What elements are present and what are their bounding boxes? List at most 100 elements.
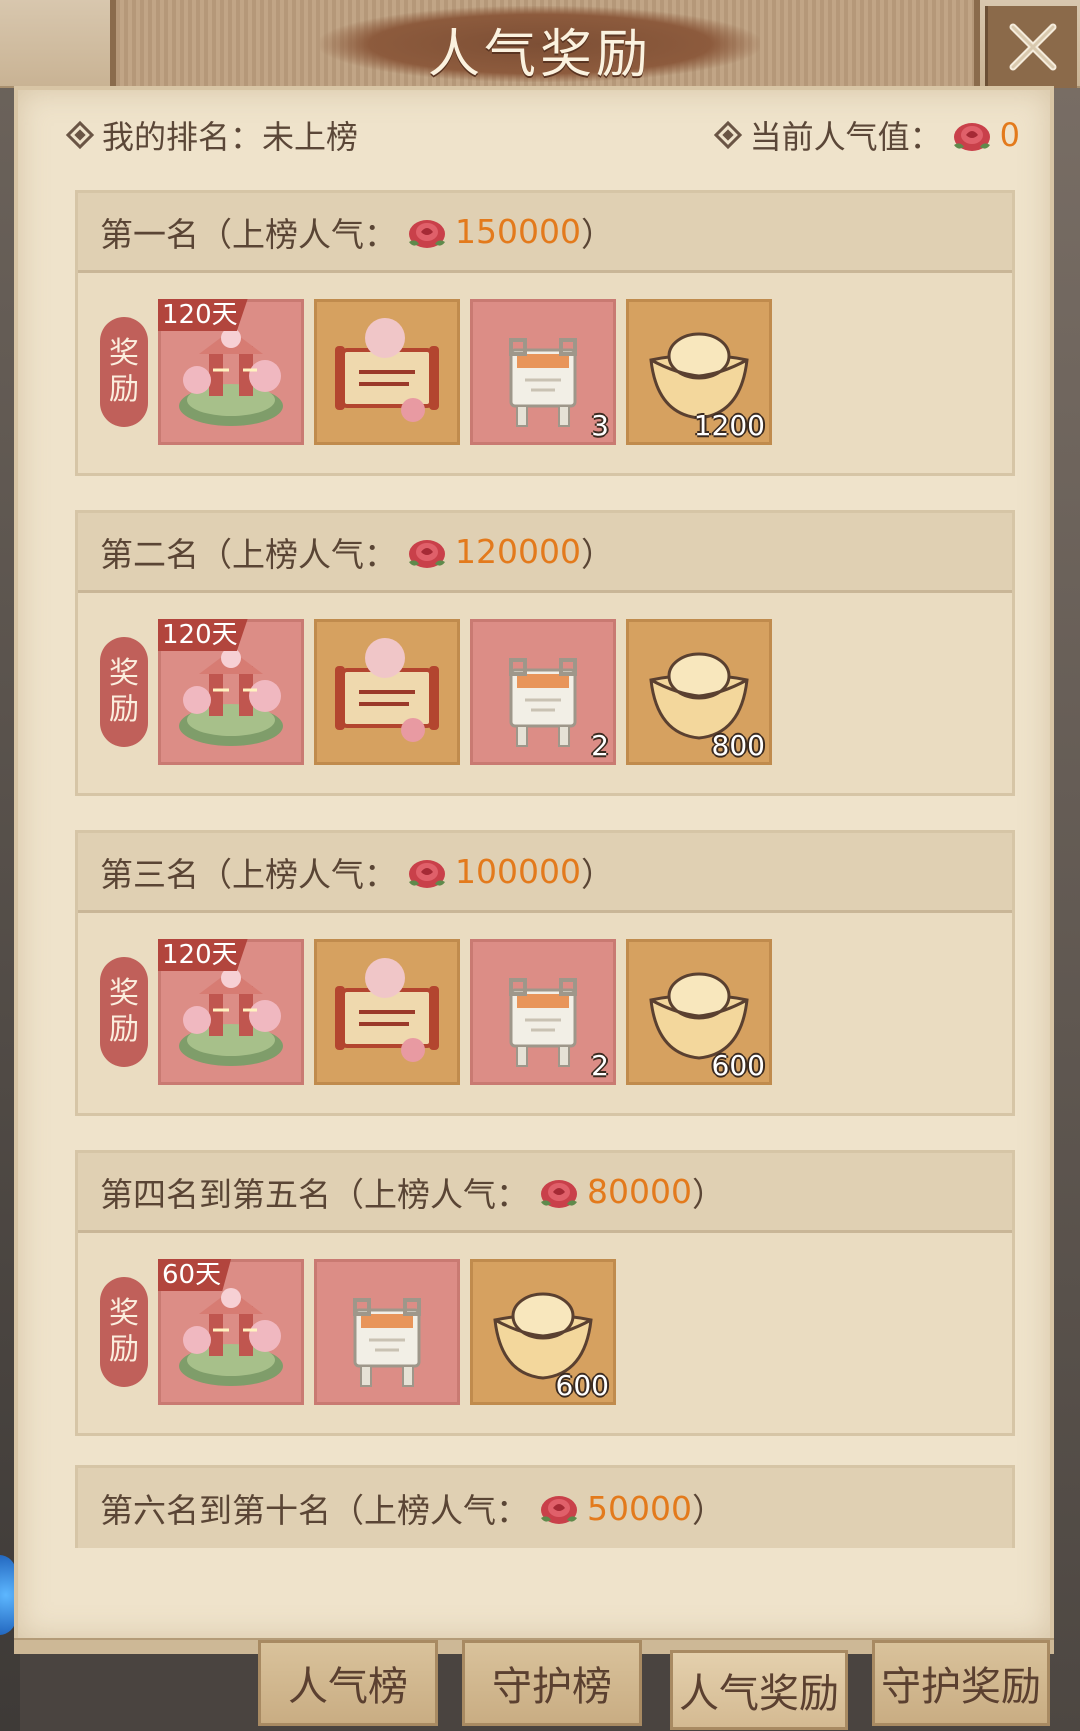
duration-badge: 60天 xyxy=(158,1259,232,1291)
rose-icon xyxy=(409,859,445,888)
section-header: 第六名到第十名（上榜人气： 50000 ） xyxy=(78,1468,1012,1548)
section-header: 第三名（上榜人气： 100000 ） xyxy=(78,833,1012,913)
page-title: 人气奖励 xyxy=(427,25,652,85)
scroll-icon xyxy=(335,318,439,422)
section-threshold: 100000 xyxy=(455,852,581,891)
tab-label: 守护榜 xyxy=(492,1664,612,1710)
section-threshold: 80000 xyxy=(587,1172,692,1211)
tab-popularity-rank[interactable]: 人气榜 xyxy=(258,1640,438,1726)
tab-popularity-reward[interactable]: 人气奖励 xyxy=(670,1650,848,1730)
rank-section-1: 第一名（上榜人气： 150000 ） 奖励 120天 3 1200 xyxy=(75,190,1015,476)
section-close: ） xyxy=(580,534,614,574)
reward-tag: 奖励 xyxy=(100,1277,148,1387)
reward-item-garden[interactable]: 60天 xyxy=(158,1259,304,1405)
reward-item-cauldron[interactable] xyxy=(314,1259,460,1405)
section-header: 第四名到第五名（上榜人气： 80000 ） xyxy=(78,1153,1012,1233)
section-title: 第一名（上榜人气： xyxy=(100,214,397,254)
section-body: 奖励 60天 600 xyxy=(78,1233,1012,1433)
reward-tag-char: 奖 xyxy=(109,976,139,1011)
rose-icon xyxy=(409,539,445,568)
section-header: 第一名（上榜人气： 150000 ） xyxy=(78,193,1012,273)
current-popularity-value: 0 xyxy=(999,116,1020,154)
rose-icon xyxy=(953,123,990,151)
duration-badge: 120天 xyxy=(158,939,248,971)
tab-guard-reward[interactable]: 守护奖励 xyxy=(872,1640,1050,1726)
section-close: ） xyxy=(580,214,614,254)
item-quantity: 600 xyxy=(555,1369,609,1402)
reward-tag-char: 励 xyxy=(109,1332,139,1367)
reward-item-ingot[interactable]: 800 xyxy=(626,619,772,765)
section-title: 第三名（上榜人气： xyxy=(100,854,397,894)
reward-item-ingot[interactable]: 600 xyxy=(626,939,772,1085)
reward-item-garden[interactable]: 120天 xyxy=(158,619,304,765)
reward-item-garden[interactable]: 120天 xyxy=(158,299,304,445)
section-close: ） xyxy=(691,1174,725,1214)
reward-tag-char: 励 xyxy=(109,372,139,407)
reward-item-garden[interactable]: 120天 xyxy=(158,939,304,1085)
item-quantity: 2 xyxy=(591,729,609,762)
diamond-icon xyxy=(713,120,742,150)
section-title: 第六名到第十名（上榜人气： xyxy=(100,1491,529,1530)
item-quantity: 800 xyxy=(711,729,765,762)
section-body: 奖励 120天 3 1200 xyxy=(78,273,1012,473)
reward-item-ingot[interactable]: 600 xyxy=(470,1259,616,1405)
rank-section-3: 第三名（上榜人气： 100000 ） 奖励 120天 2 600 xyxy=(75,830,1015,1116)
section-title: 第二名（上榜人气： xyxy=(100,534,397,574)
reward-tag-char: 奖 xyxy=(109,336,139,371)
item-quantity: 600 xyxy=(711,1049,765,1082)
duration-badge: 120天 xyxy=(158,619,248,651)
cauldron-icon xyxy=(509,658,577,747)
reward-item-scroll[interactable] xyxy=(314,939,460,1085)
current-popularity-label: 当前人气值： xyxy=(749,118,942,156)
section-threshold: 150000 xyxy=(455,212,581,251)
my-rank-label: 我的排名： xyxy=(102,118,263,156)
reward-item-scroll[interactable] xyxy=(314,619,460,765)
duration-badge: 120天 xyxy=(158,299,248,331)
tab-label: 人气奖励 xyxy=(679,1671,839,1717)
reward-tag-char: 励 xyxy=(109,1012,139,1047)
rose-icon xyxy=(541,1179,577,1208)
item-quantity: 1200 xyxy=(693,409,765,442)
item-quantity: 3 xyxy=(591,409,609,442)
reward-item-cauldron[interactable]: 2 xyxy=(470,619,616,765)
reward-tag: 奖励 xyxy=(100,957,148,1067)
cauldron-icon xyxy=(353,1298,421,1387)
reward-tag-char: 奖 xyxy=(109,656,139,691)
close-icon xyxy=(1009,23,1056,71)
diamond-icon xyxy=(65,120,95,150)
current-popularity: 当前人气值： 0 xyxy=(713,110,1020,160)
tab-guard-rank[interactable]: 守护榜 xyxy=(462,1640,642,1726)
rank-section-2: 第二名（上榜人气： 120000 ） 奖励 120天 2 800 xyxy=(75,510,1015,796)
section-title: 第四名到第五名（上榜人气： xyxy=(100,1174,529,1214)
item-quantity: 2 xyxy=(591,1049,609,1082)
reward-tag-char: 奖 xyxy=(109,1296,139,1331)
reward-item-scroll[interactable] xyxy=(314,299,460,445)
reward-tag-char: 励 xyxy=(109,692,139,727)
scroll-icon xyxy=(335,958,439,1062)
cauldron-icon xyxy=(509,338,577,427)
tab-label: 守护奖励 xyxy=(881,1664,1041,1710)
section-body: 奖励 120天 2 600 xyxy=(78,913,1012,1113)
section-header: 第二名（上榜人气： 120000 ） xyxy=(78,513,1012,593)
scroll-icon xyxy=(335,638,439,742)
rank-section-4: 第四名到第五名（上榜人气： 80000 ） 奖励 60天 600 xyxy=(75,1150,1015,1436)
my-rank-value: 未上榜 xyxy=(262,118,359,156)
section-threshold: 50000 xyxy=(587,1488,692,1528)
reward-item-ingot[interactable]: 1200 xyxy=(626,299,772,445)
cauldron-icon xyxy=(509,978,577,1067)
tab-label: 人气榜 xyxy=(288,1664,408,1710)
section-close: ） xyxy=(580,854,614,894)
header-bar: 人气奖励 xyxy=(0,0,1080,88)
rose-icon xyxy=(541,1496,577,1524)
reward-tag: 奖励 xyxy=(100,317,148,427)
reward-item-cauldron[interactable]: 2 xyxy=(470,939,616,1085)
close-button[interactable] xyxy=(985,6,1077,88)
rose-icon xyxy=(409,219,445,248)
section-body: 奖励 120天 2 800 xyxy=(78,593,1012,793)
section-threshold: 120000 xyxy=(455,532,581,571)
rank-section-5: 第六名到第十名（上榜人气： 50000 ） xyxy=(75,1465,1015,1548)
section-close: ） xyxy=(691,1491,725,1530)
reward-tag: 奖励 xyxy=(100,637,148,747)
reward-item-cauldron[interactable]: 3 xyxy=(470,299,616,445)
my-rank: 我的排名： 未上榜 xyxy=(65,110,359,160)
